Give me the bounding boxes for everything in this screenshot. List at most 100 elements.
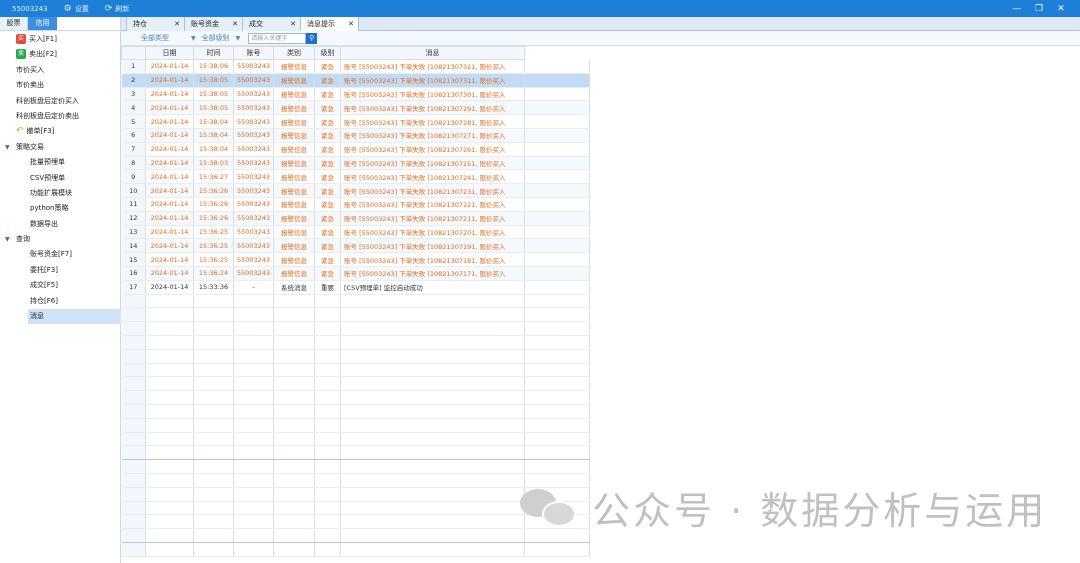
empty-cell [314, 307, 341, 323]
left-tabs: 股票 信用 [0, 17, 120, 31]
nav-message[interactable]: 消息 [28, 309, 121, 325]
nav-buy-label: 买入[F1] [29, 35, 57, 43]
nav-group-strategy-label: 策略交易 [16, 142, 44, 151]
table-row[interactable]: 12 2024-01-14 15:36:26 55003243 报警信息 紧急 账号 [55… [121, 211, 590, 226]
level-filter-dropdown[interactable]: 全部级别 ▼ [202, 33, 241, 43]
tab-deal[interactable]: 成交 ✕ [243, 17, 301, 31]
nav-export[interactable]: 数据导出 [0, 217, 120, 232]
empty-cell [121, 542, 146, 557]
nav-position[interactable]: 持仓[F6] [0, 294, 120, 309]
table-row[interactable]: 14 2024-01-14 15:36:25 55003243 报警信息 紧急 账号 [55… [121, 238, 590, 254]
nav-group-query[interactable]: ▼ 查询 [0, 232, 120, 247]
table-row[interactable]: 15 2024-01-14 15:36:25 55003243 报警信息 紧急 账号 [55… [121, 252, 590, 267]
empty-cell [121, 432, 146, 447]
empty-cell [314, 542, 341, 557]
search-icon[interactable]: ⚲ [306, 32, 318, 44]
nav-buy[interactable]: 买买入[F1] [0, 32, 120, 47]
nav-market-sell[interactable]: 市价卖出 [0, 78, 120, 93]
table-row[interactable]: 4 2024-01-14 15:38:05 55003243 报警信息 紧急 账号 [550… [121, 100, 590, 116]
header-level[interactable]: 级别 [314, 46, 341, 60]
nav-market-buy[interactable]: 市价买入 [0, 63, 120, 78]
nav-entrust[interactable]: 委托[F3] [0, 263, 120, 278]
refresh-button[interactable]: ⟳ 刷新 [105, 4, 130, 14]
row-date: 2024-01-14 [145, 225, 194, 240]
row-time: 15:38:05 [193, 73, 234, 88]
nav-sell[interactable]: 卖卖出[F2] [0, 47, 120, 62]
close-icon[interactable]: ✕ [232, 17, 238, 31]
empty-cell [340, 418, 525, 433]
row-time: 15:38:05 [193, 100, 234, 116]
empty-cell [524, 542, 590, 557]
row-time: 15:36:25 [193, 252, 234, 267]
nav-batch-order[interactable]: 批量预埋单 [0, 155, 120, 170]
empty-cell [524, 363, 590, 378]
settings-button[interactable]: ⚙ 设置 [64, 4, 89, 14]
close-icon[interactable]: ✕ [174, 17, 180, 31]
header-account[interactable]: 账号 [233, 46, 274, 60]
table-row[interactable]: 5 2024-01-14 15:38:04 55003243 报警信息 紧急 账号 [550… [121, 114, 590, 129]
caret-down-icon: ▼ [5, 236, 10, 244]
nav-funds[interactable]: 账号资金[F7] [0, 247, 120, 262]
close-icon[interactable]: ✕ [348, 17, 354, 31]
row-level: 紧急 [314, 73, 341, 88]
table-row[interactable]: 11 2024-01-14 15:36:26 55003243 报警信息 紧急 账号 [55… [121, 197, 590, 212]
header-category[interactable]: 类别 [273, 46, 315, 60]
empty-cell [340, 487, 525, 502]
header-time[interactable]: 时间 [193, 46, 234, 60]
nav-python[interactable]: python策略 [0, 201, 120, 216]
nav-star-after-buy[interactable]: 科创板盘后定价买入 [0, 94, 120, 109]
table-row[interactable]: 16 2024-01-14 15:36:24 55003243 报警信息 紧急 账号 [55… [121, 266, 590, 281]
row-time: 15:36:26 [193, 183, 234, 198]
table-row[interactable]: 9 2024-01-14 15:36:27 55003243 报警信息 紧急 账号 [550… [121, 169, 590, 185]
empty-cell [340, 307, 525, 323]
row-message: 账号 [55003243] 下单失败 [10821307291, 限价买入 [340, 100, 525, 116]
nav-group-strategy[interactable]: ▼ 策略交易 [0, 140, 120, 155]
table-row[interactable]: 17 2024-01-14 15:33:36- 系统消息 重要 [CSV预埋单] 监控启动… [121, 280, 590, 295]
empty-cell [273, 473, 315, 488]
refresh-label: 刷新 [115, 4, 130, 13]
nav-star-after-sell[interactable]: 科创板盘后定价卖出 [0, 109, 120, 124]
restore-icon[interactable]: ❐ [1028, 4, 1050, 14]
nav-deal[interactable]: 成交[F5] [0, 278, 120, 293]
empty-cell [121, 418, 146, 433]
row-time: 15:36:24 [193, 266, 234, 281]
row-account: 55003243 [233, 128, 274, 143]
table-row[interactable]: 1 2024-01-14 15:38:06 55003243 报警信息 紧急 账号 [550… [121, 59, 590, 74]
table-row[interactable]: 8 2024-01-14 15:38:03 55003243 报警信息 紧急 账号 [550… [121, 156, 590, 171]
table-row[interactable]: 13 2024-01-14 15:36:25 55003243 报警信息 紧急 账号 [55… [121, 225, 590, 240]
table-row[interactable]: 7 2024-01-14 15:38:04 55003243 报警信息 紧急 账号 [550… [121, 142, 590, 157]
close-icon[interactable]: ✕ [1050, 4, 1072, 14]
table-row[interactable]: 3 2024-01-14 15:38:05 55003243 报警信息 紧急 账号 [550… [121, 87, 590, 102]
type-filter-dropdown[interactable]: 全部类型 ▼ [141, 33, 196, 43]
row-account: 55003243 [233, 183, 274, 198]
empty-cell [314, 349, 341, 364]
empty-cell [273, 514, 315, 530]
table-row[interactable]: 10 2024-01-14 15:36:26 55003243 报警信息 紧急 账号 [55… [121, 183, 590, 198]
empty-cell [145, 445, 194, 461]
search-input[interactable]: 请输入关键字 [248, 32, 307, 44]
tab-stock[interactable]: 股票 [0, 17, 28, 30]
empty-cell [193, 445, 234, 461]
empty-cell [340, 445, 525, 461]
tab-messages[interactable]: 消息提示 ✕ [301, 17, 359, 31]
row-date: 2024-01-14 [145, 266, 194, 281]
empty-cell [121, 390, 146, 405]
close-icon[interactable]: ✕ [290, 17, 296, 31]
header-date[interactable]: 日期 [145, 46, 194, 60]
tab-position[interactable]: 持仓 ✕ [127, 17, 185, 31]
empty-cell [233, 307, 274, 323]
nav-csv-order[interactable]: CSV预埋单 [0, 171, 120, 186]
tab-credit[interactable]: 信用 [28, 17, 57, 30]
header-message[interactable]: 消息 [340, 46, 525, 60]
chevron-down-icon: ▼ [235, 34, 241, 42]
minimize-icon[interactable]: — [1006, 4, 1028, 14]
row-category: 报警信息 [273, 169, 315, 185]
row-category: 报警信息 [273, 59, 315, 74]
nav-extension[interactable]: 功能扩展模块 [0, 186, 120, 201]
tab-funds[interactable]: 账号资金 ✕ [185, 17, 243, 31]
table-row[interactable]: 6 2024-01-14 15:38:04 55003243 报警信息 紧急 账号 [550… [121, 128, 590, 143]
empty-cell [193, 294, 234, 309]
nav-cancel[interactable]: ↶ 撤单[F3] [0, 124, 120, 139]
empty-cell [193, 349, 234, 364]
table-row[interactable]: 2 2024-01-14 15:38:05 55003243 报警信息 紧急 账号 [550… [121, 73, 590, 88]
